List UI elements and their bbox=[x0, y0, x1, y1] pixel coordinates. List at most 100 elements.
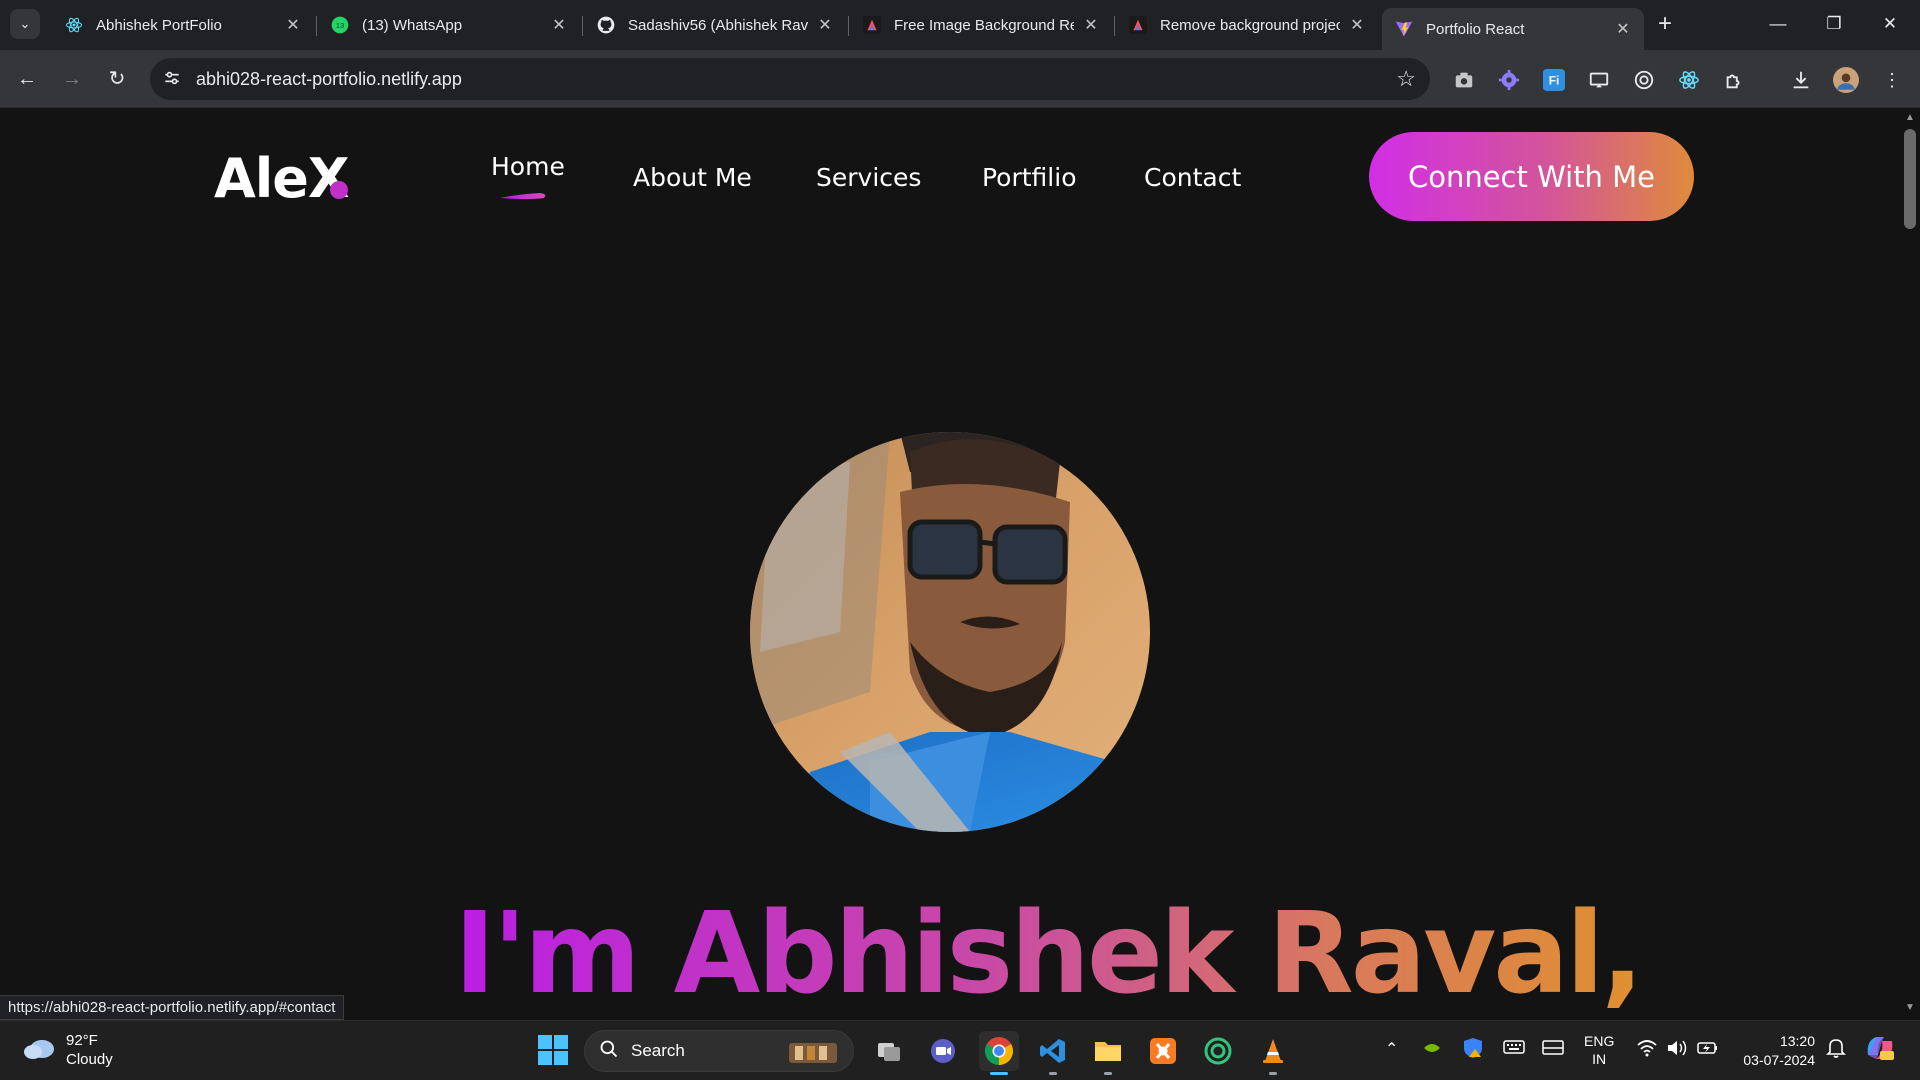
bookmark-star-icon[interactable]: ☆ bbox=[1396, 66, 1416, 92]
volume-icon[interactable] bbox=[1666, 1039, 1688, 1062]
display-icon[interactable] bbox=[1542, 1039, 1564, 1062]
close-window-button[interactable]: ✕ bbox=[1862, 6, 1918, 42]
new-tab-button[interactable]: + bbox=[1650, 10, 1680, 40]
menu-kebab-icon[interactable]: ⋮ bbox=[1878, 66, 1906, 94]
whatsapp-icon: 13 bbox=[330, 15, 350, 35]
tray-overflow-chevron-icon[interactable]: ⌃ bbox=[1385, 1039, 1398, 1059]
close-icon[interactable]: ✕ bbox=[284, 15, 302, 35]
forward-button[interactable]: → bbox=[55, 62, 89, 96]
nav-portfolio[interactable]: Portfilio bbox=[982, 163, 1077, 192]
taskbar-meet[interactable] bbox=[923, 1031, 963, 1071]
close-icon: ✕ bbox=[1882, 14, 1898, 33]
address-bar[interactable]: abhi028-react-portfolio.netlify.app ☆ bbox=[150, 58, 1430, 100]
search-icon bbox=[599, 1039, 619, 1064]
search-label: Search bbox=[631, 1041, 685, 1060]
wifi-icon[interactable] bbox=[1636, 1039, 1658, 1062]
link-status-bubble: https://abhi028-react-portfolio.netlify.… bbox=[0, 995, 345, 1020]
reload-button[interactable]: ↻ bbox=[100, 62, 134, 96]
url-text: abhi028-react-portfolio.netlify.app bbox=[196, 69, 462, 89]
weather-temp: 92°F bbox=[66, 1032, 98, 1049]
tab-divider bbox=[582, 16, 583, 36]
tab-divider bbox=[1114, 16, 1115, 36]
taskbar-vlc[interactable] bbox=[1253, 1031, 1293, 1075]
download-icon[interactable] bbox=[1787, 66, 1815, 94]
start-button[interactable] bbox=[538, 1035, 568, 1065]
xampp-icon bbox=[1150, 1038, 1176, 1064]
clock[interactable]: 13:20 03-07-2024 bbox=[1735, 1032, 1815, 1070]
plus-icon: + bbox=[1657, 10, 1672, 37]
target-extension-icon[interactable] bbox=[1630, 66, 1658, 94]
tab-search-button[interactable]: ⌄ bbox=[10, 9, 40, 39]
font-extension-icon[interactable]: Fi bbox=[1540, 66, 1568, 94]
taskbar-xampp[interactable] bbox=[1143, 1031, 1183, 1071]
ring-app-icon bbox=[1204, 1037, 1232, 1065]
arrow-left-icon: ← bbox=[17, 68, 37, 90]
profile-photo bbox=[750, 432, 1150, 832]
tab-remove-bg[interactable]: Remove background project ✕ bbox=[1116, 8, 1378, 42]
close-icon[interactable]: ✕ bbox=[1614, 19, 1632, 39]
copilot-icon[interactable] bbox=[1864, 1033, 1896, 1068]
restore-icon: ❐ bbox=[1826, 14, 1842, 33]
portfolio-page: AleX Home About Me Services Portfilio Co… bbox=[0, 109, 1900, 1020]
taskbar-vscode[interactable] bbox=[1033, 1031, 1073, 1075]
arrow-right-icon: → bbox=[62, 68, 82, 90]
weather-widget[interactable]: 92°F Cloudy bbox=[22, 1031, 113, 1069]
logo-dot bbox=[330, 181, 348, 199]
nav-contact[interactable]: Contact bbox=[1144, 163, 1241, 192]
nav-about[interactable]: About Me bbox=[633, 163, 752, 192]
tab-title: Remove background project bbox=[1160, 16, 1340, 34]
language-indicator[interactable]: ENG IN bbox=[1584, 1032, 1614, 1068]
battery-icon[interactable] bbox=[1697, 1039, 1719, 1062]
tab-whatsapp[interactable]: 13 (13) WhatsApp ✕ bbox=[318, 8, 580, 42]
profile-avatar-icon[interactable] bbox=[1832, 66, 1860, 94]
tab-title: (13) WhatsApp bbox=[362, 16, 463, 34]
security-shield-icon[interactable] bbox=[1463, 1037, 1483, 1064]
video-call-icon bbox=[931, 1039, 955, 1063]
tab-free-image-bg[interactable]: Free Image Background Remover ✕ bbox=[850, 8, 1112, 42]
tab-strip: ⌄ Abhishek PortFolio ✕ 13 (13) WhatsApp … bbox=[0, 0, 1920, 50]
tab-title: Free Image Background Remover bbox=[894, 16, 1074, 34]
scroll-up-icon[interactable]: ▲ bbox=[1900, 112, 1920, 128]
chrome-icon bbox=[985, 1037, 1013, 1065]
site-logo[interactable]: AleX bbox=[214, 147, 350, 210]
taskbar-target-app[interactable] bbox=[1198, 1031, 1238, 1071]
svg-text:Fi: Fi bbox=[1549, 74, 1560, 88]
react-devtools-icon[interactable] bbox=[1675, 66, 1703, 94]
restore-button[interactable]: ❐ bbox=[1806, 6, 1862, 42]
running-indicator bbox=[1104, 1072, 1112, 1075]
tab-github[interactable]: Sadashiv56 (Abhishek Raval) ✕ bbox=[584, 8, 846, 42]
notification-bell-icon[interactable] bbox=[1826, 1037, 1846, 1064]
gear-extension-icon[interactable] bbox=[1495, 66, 1523, 94]
close-icon[interactable]: ✕ bbox=[1348, 15, 1366, 35]
tab-divider bbox=[316, 16, 317, 36]
back-button[interactable]: ← bbox=[10, 62, 44, 96]
scroll-down-icon[interactable]: ▼ bbox=[1900, 1002, 1920, 1018]
minimize-icon: — bbox=[1769, 14, 1787, 33]
taskbar-file-explorer[interactable] bbox=[1088, 1031, 1128, 1075]
hero-heading: I'm Abhishek Raval, bbox=[454, 889, 1644, 1019]
tab-abhishek-portfolio[interactable]: Abhishek PortFolio ✕ bbox=[52, 8, 314, 42]
nav-services[interactable]: Services bbox=[816, 163, 921, 192]
connect-with-me-button[interactable]: Connect With Me bbox=[1369, 132, 1694, 221]
camera-extension-icon[interactable] bbox=[1450, 66, 1478, 94]
taskbar-search[interactable]: Search bbox=[584, 1030, 854, 1072]
close-icon[interactable]: ✕ bbox=[1082, 15, 1100, 35]
vscode-icon bbox=[1040, 1039, 1065, 1063]
site-info-icon[interactable] bbox=[162, 68, 184, 90]
scroll-thumb[interactable] bbox=[1904, 129, 1916, 229]
nvidia-icon[interactable] bbox=[1422, 1039, 1442, 1062]
cast-icon[interactable] bbox=[1585, 66, 1613, 94]
minimize-button[interactable]: — bbox=[1750, 6, 1806, 42]
close-icon[interactable]: ✕ bbox=[816, 15, 834, 35]
page-scrollbar[interactable]: ▲ ▼ bbox=[1900, 109, 1920, 1020]
browser-toolbar: ← → ↻ abhi028-react-portfolio.netlify.ap… bbox=[0, 50, 1920, 108]
windows-taskbar: 92°F Cloudy Search ⌃ ENG IN 13:20 03-07-… bbox=[0, 1020, 1920, 1080]
nav-home[interactable]: Home bbox=[491, 152, 565, 181]
tab-portfolio-react[interactable]: Portfolio React ✕ bbox=[1382, 8, 1644, 50]
puzzle-extensions-icon[interactable] bbox=[1720, 66, 1748, 94]
close-icon[interactable]: ✕ bbox=[550, 15, 568, 35]
keyboard-icon[interactable] bbox=[1503, 1039, 1525, 1060]
taskbar-task-view[interactable] bbox=[869, 1031, 909, 1071]
taskbar-chrome[interactable] bbox=[979, 1031, 1019, 1075]
svg-text:13: 13 bbox=[336, 21, 344, 30]
